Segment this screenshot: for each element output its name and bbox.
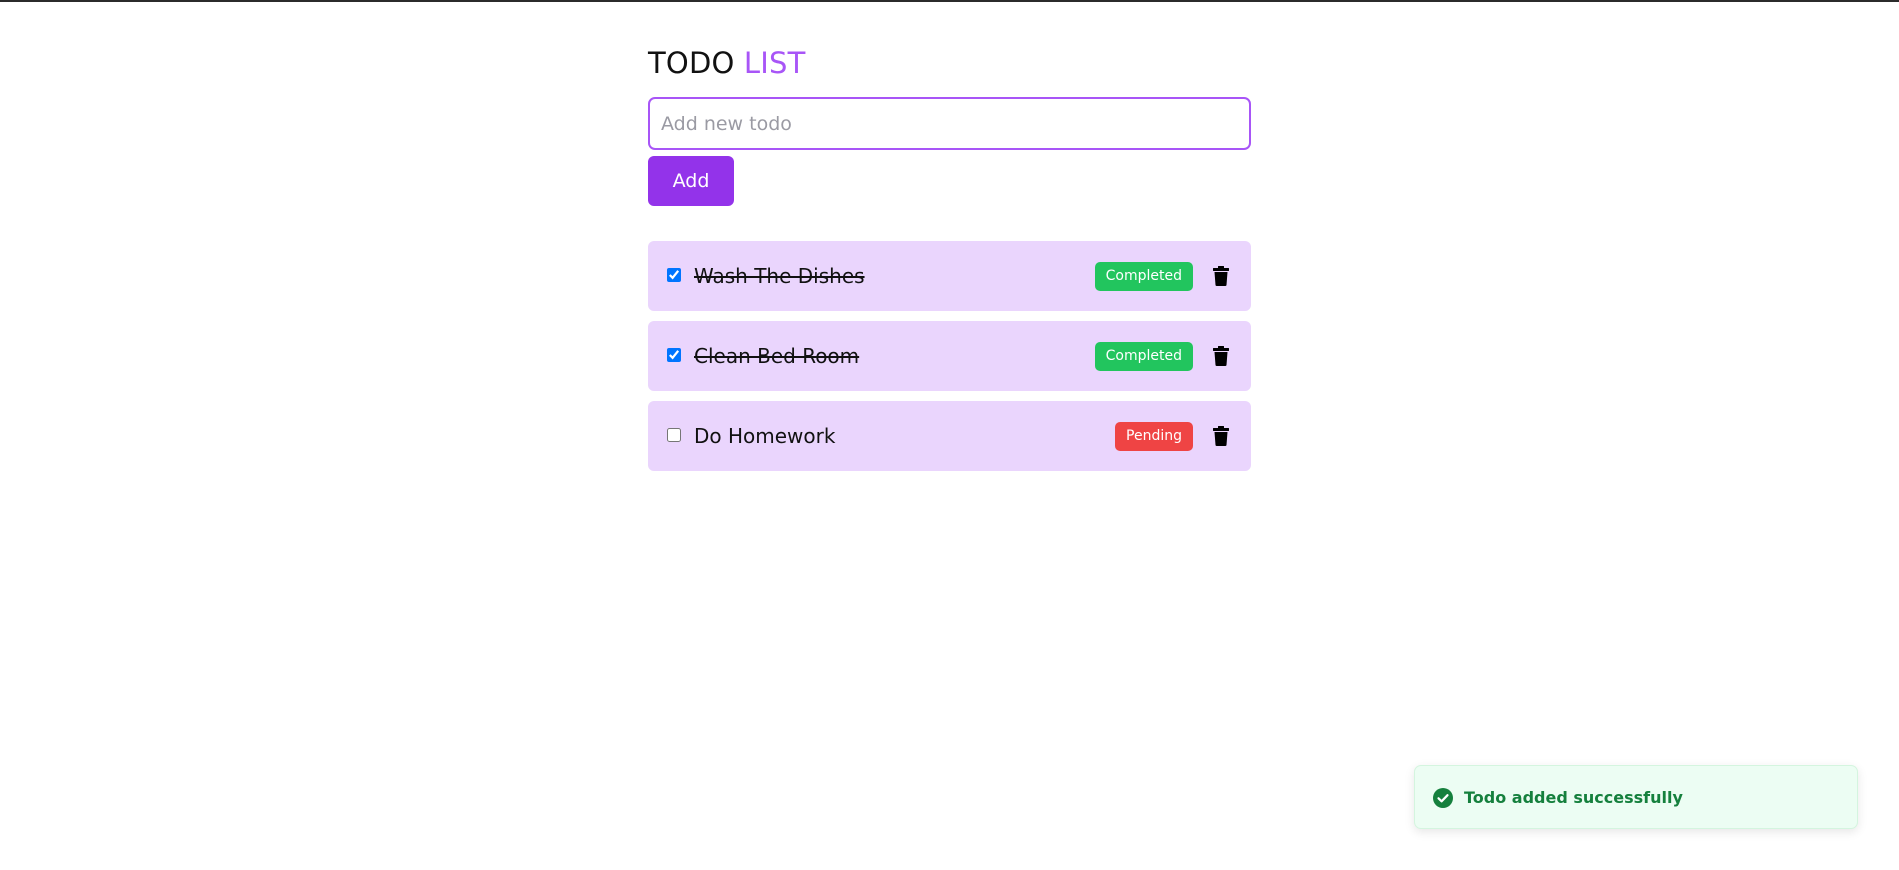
trash-icon[interactable] <box>1213 426 1229 446</box>
add-button[interactable]: Add <box>648 156 734 206</box>
page-title: TODO LIST <box>648 40 1251 80</box>
todo-checkbox[interactable] <box>667 268 681 282</box>
title-word-todo: TODO <box>648 46 735 80</box>
status-badge: Pending <box>1115 422 1193 451</box>
toast-message: Todo added successfully <box>1464 788 1683 807</box>
status-badge: Completed <box>1094 342 1193 371</box>
todo-checkbox[interactable] <box>667 348 681 362</box>
status-badge: Completed <box>1094 262 1193 291</box>
title-word-list: LIST <box>743 46 806 80</box>
todo-checkbox[interactable] <box>667 428 681 442</box>
todo-list: Wash The Dishes Completed Clean Bed Room… <box>648 241 1251 481</box>
new-todo-input[interactable] <box>648 97 1251 150</box>
todo-text: Wash The Dishes <box>694 264 865 288</box>
todo-app: TODO LIST Add Wash The Dishes Completed … <box>648 40 1251 471</box>
top-border <box>0 0 1899 2</box>
trash-icon[interactable] <box>1213 346 1229 366</box>
todo-item: Clean Bed Room Completed <box>648 321 1251 391</box>
todo-item: Wash The Dishes Completed <box>648 241 1251 311</box>
trash-icon[interactable] <box>1213 266 1229 286</box>
todo-text: Clean Bed Room <box>694 344 860 368</box>
success-toast[interactable]: Todo added successfully <box>1414 765 1858 829</box>
check-circle-icon <box>1433 788 1453 808</box>
todo-item: Do Homework Pending <box>648 401 1251 471</box>
todo-text: Do Homework <box>694 424 836 448</box>
